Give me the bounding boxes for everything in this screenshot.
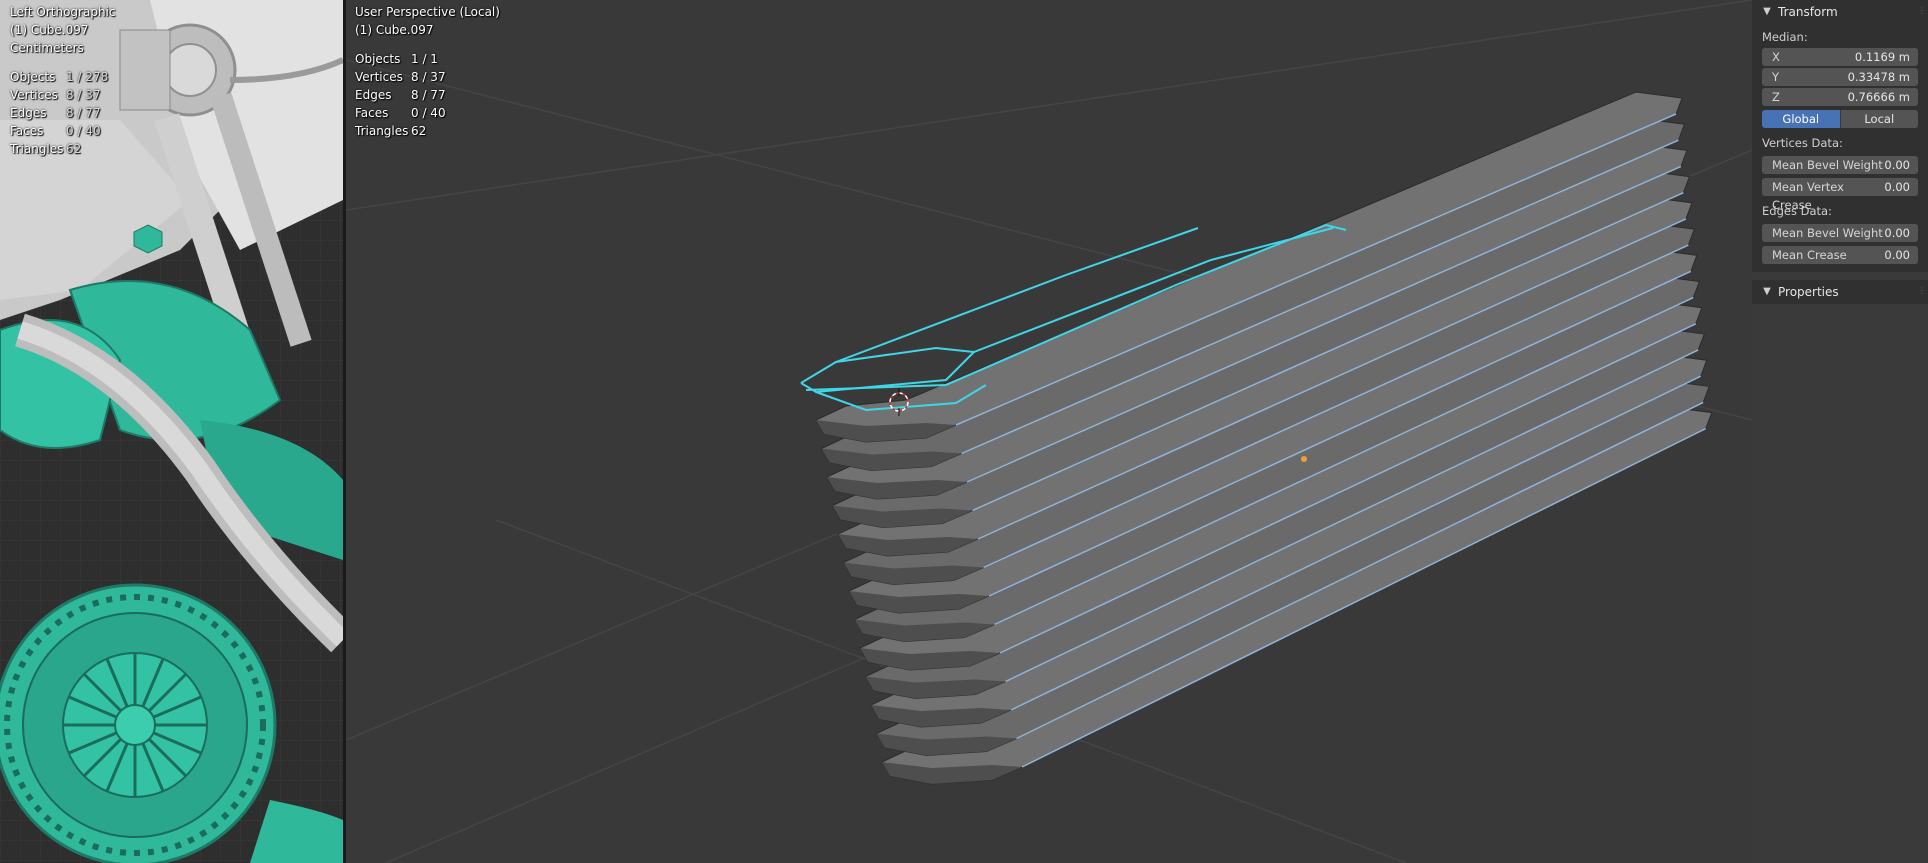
transform-header[interactable]: ▼ Transform [1752, 0, 1928, 24]
median-z-field[interactable]: Z 0.76666 m [1762, 88, 1918, 106]
main-viewport[interactable]: User Perspective (Local) (1) Cube.097 Ob… [346, 0, 1752, 863]
median-label: Median: [1762, 30, 1808, 44]
stat-label: Objects [10, 70, 56, 84]
field-label: Mean Bevel Weight [1772, 158, 1883, 172]
field-value: 0.00 [1884, 180, 1910, 194]
left-object-name: (1) Cube.097 [10, 23, 89, 37]
stat-value: 8 / 77 [66, 106, 101, 120]
drag-handle-icon[interactable]: ⋮⋮ [1918, 7, 1928, 15]
mean-vertex-crease-field[interactable]: Mean Vertex Crease 0.00 [1762, 178, 1918, 212]
stat-label: Vertices [355, 70, 403, 84]
field-label: Y [1772, 70, 1780, 84]
stat-label: Triangles [10, 142, 64, 156]
stat-label: Edges [10, 106, 47, 120]
main-object-name: (1) Cube.097 [355, 23, 434, 37]
stat-label: Objects [355, 52, 401, 66]
stat-row: Edges 8 / 77 [355, 86, 446, 104]
field-value: 0.33478 m [1847, 70, 1910, 84]
stat-value: 8 / 37 [411, 70, 446, 84]
stat-label: Edges [355, 88, 392, 102]
chevron-down-icon: ▼ [1763, 6, 1771, 17]
transform-title: Transform [1778, 5, 1838, 19]
stat-label: Vertices [10, 88, 58, 102]
chevron-down-icon: ▼ [1763, 286, 1771, 297]
stat-row: Edges 8 / 77 [10, 104, 108, 122]
field-label: Mean Vertex Crease [1772, 180, 1844, 212]
stat-value: 0 / 40 [66, 124, 101, 138]
left-stats: Objects 1 / 278 Vertices 8 / 37 Edges 8 / 7… [10, 68, 108, 158]
left-units: Centimeters [10, 41, 84, 55]
mean-crease-field[interactable]: Mean Crease 0.00 [1762, 246, 1918, 264]
stat-row: Faces 0 / 40 [10, 122, 108, 140]
stat-row: Faces 0 / 40 [355, 104, 446, 122]
field-value: 0.00 [1884, 226, 1910, 240]
panel-gap [1752, 272, 1928, 280]
field-value: 0.76666 m [1847, 90, 1910, 104]
stat-value: 62 [66, 142, 82, 156]
stat-value: 1 / 1 [411, 52, 438, 66]
stat-row: Triangles 62 [355, 122, 446, 140]
stat-label: Faces [10, 124, 44, 138]
left-view-name: Left Orthographic [10, 5, 116, 19]
stat-row: Objects 1 / 278 [10, 68, 108, 86]
main-stats: Objects 1 / 1 Vertices 8 / 37 Edges 8 / 77 … [355, 50, 446, 140]
stat-row: Vertices 8 / 37 [10, 86, 108, 104]
stat-value: 62 [411, 124, 427, 138]
properties-panel: ⋮⋮ ▼ Properties [1752, 280, 1928, 304]
stat-row: Objects 1 / 1 [355, 50, 446, 68]
field-label: Mean Bevel Weight [1772, 226, 1883, 240]
main-view-name: User Perspective (Local) [355, 5, 500, 19]
stat-row: Vertices 8 / 37 [355, 68, 446, 86]
stat-label: Faces [355, 106, 389, 120]
stat-label: Triangles [355, 124, 409, 138]
vertices-data-label: Vertices Data: [1762, 136, 1843, 150]
global-button[interactable]: Global [1762, 110, 1840, 128]
local-button[interactable]: Local [1839, 110, 1918, 128]
field-value: 0.00 [1884, 158, 1910, 172]
main-viewport-scene [346, 0, 1752, 863]
mean-bevel-weight-field[interactable]: Mean Bevel Weight 0.00 [1762, 156, 1918, 174]
drag-handle-icon[interactable]: ⋮⋮ [1918, 287, 1928, 295]
edge-mean-bevel-weight-field[interactable]: Mean Bevel Weight 0.00 [1762, 224, 1918, 242]
properties-title: Properties [1778, 285, 1839, 299]
stat-value: 0 / 40 [411, 106, 446, 120]
field-label: Mean Crease [1772, 248, 1847, 262]
properties-header[interactable]: ▼ Properties [1752, 280, 1928, 304]
left-viewport[interactable]: Left Orthographic (1) Cube.097 Centimete… [0, 0, 343, 863]
stat-value: 1 / 278 [66, 70, 109, 84]
coordinate-space-toggle: Global Local [1762, 110, 1918, 128]
field-value: 0.00 [1884, 248, 1910, 262]
field-label: Z [1772, 90, 1780, 104]
median-x-field[interactable]: X 0.1169 m [1762, 48, 1918, 66]
stat-row: Triangles 62 [10, 140, 108, 158]
stat-value: 8 / 37 [66, 88, 101, 102]
sidebar-n-panel: ⋮⋮ ▼ Transform Median: X 0.1169 m Y 0.33… [1752, 0, 1928, 863]
field-value: 0.1169 m [1854, 50, 1910, 64]
median-y-field[interactable]: Y 0.33478 m [1762, 68, 1918, 86]
object-origin [1301, 456, 1307, 462]
field-label: X [1772, 50, 1780, 64]
transform-panel: ⋮⋮ ▼ Transform Median: X 0.1169 m Y 0.33… [1752, 0, 1928, 272]
stat-value: 8 / 77 [411, 88, 446, 102]
